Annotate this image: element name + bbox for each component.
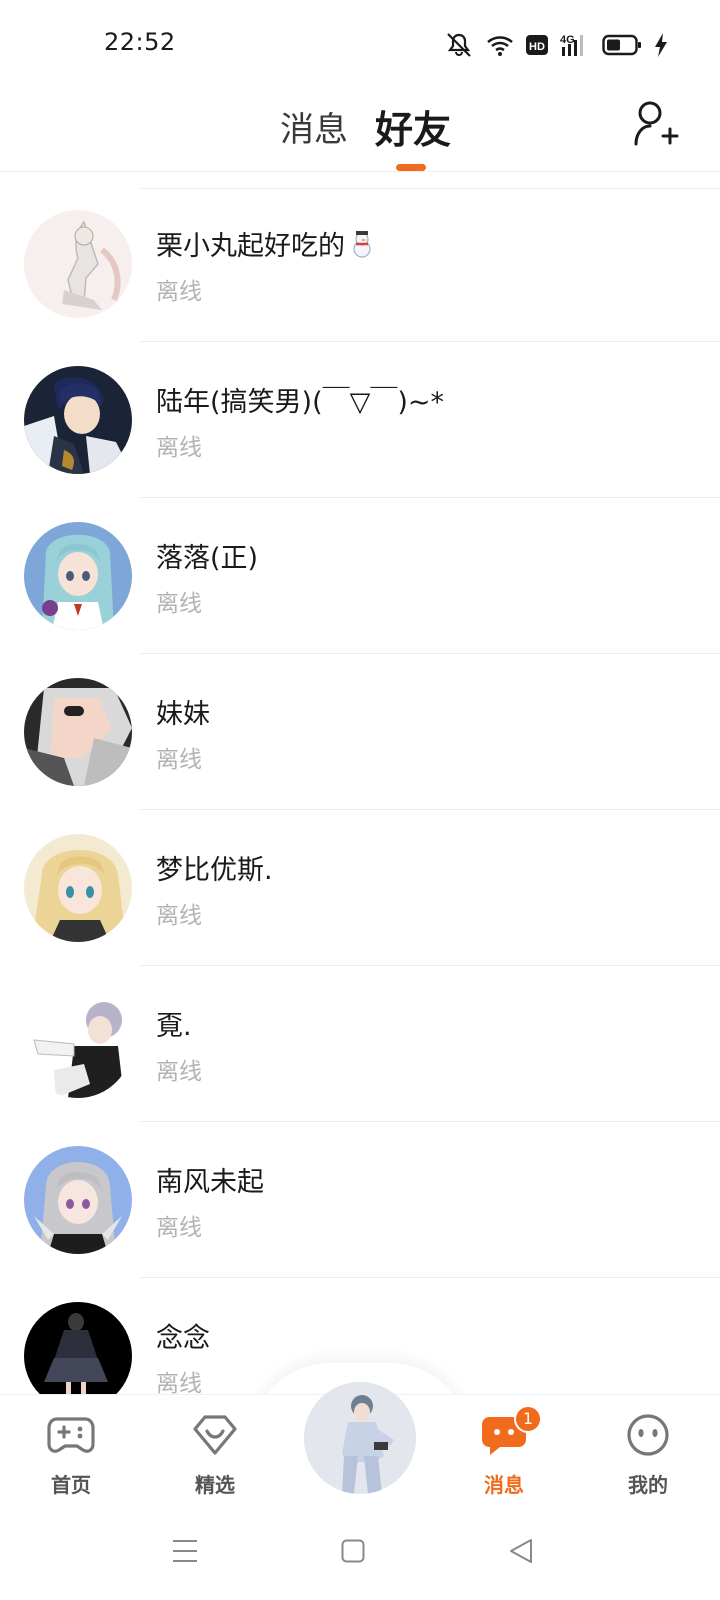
friend-status: 离线	[156, 747, 202, 773]
nav-item-home[interactable]: 首页	[26, 1413, 116, 1503]
face-icon	[627, 1414, 669, 1456]
heart-badge-icon	[193, 1415, 237, 1455]
4g-signal-icon: 4G	[560, 32, 590, 58]
friend-name: 落落(正)	[156, 543, 259, 574]
gamepad-icon	[47, 1417, 95, 1453]
battery-icon	[602, 34, 642, 56]
mute-icon	[444, 32, 474, 58]
add-person-icon	[634, 101, 679, 146]
friend-row[interactable]: 南风未起 离线	[0, 1122, 720, 1278]
friend-name: 南风未起	[156, 1167, 264, 1198]
friend-row[interactable]: 梦比优斯. 离线	[0, 810, 720, 966]
friend-status: 离线	[156, 279, 202, 305]
system-nav-bar	[0, 1512, 720, 1600]
status-time: 22:52	[104, 28, 176, 56]
friend-list[interactable]: 栗小丸起好吃的 离线 陆年(搞笑男)(￣▽￣)~* 离线 落落(正) 离线 妹妹…	[0, 172, 720, 1394]
nav-item-featured[interactable]: 精选	[170, 1413, 260, 1503]
charging-icon	[654, 33, 668, 57]
avatar	[24, 1146, 132, 1254]
add-friend-button[interactable]	[632, 100, 680, 148]
system-home-button[interactable]	[341, 1538, 365, 1568]
friend-name: 梦比优斯.	[156, 855, 273, 886]
friend-row[interactable]: 栗小丸起好吃的 离线	[0, 186, 720, 342]
svg-text:HD: HD	[529, 41, 545, 53]
snowman-icon	[347, 229, 377, 266]
system-back-button[interactable]	[508, 1538, 534, 1568]
system-menu-button[interactable]	[172, 1538, 198, 1568]
home-square-icon	[341, 1539, 365, 1563]
friend-status: 离线	[156, 591, 202, 617]
friend-status: 离线	[156, 1215, 202, 1241]
friend-status: 离线	[156, 435, 202, 461]
active-tab-indicator	[396, 164, 426, 171]
nav-label: 我的	[628, 1473, 668, 1497]
friend-row[interactable]: 落落(正) 离线	[0, 498, 720, 654]
nav-label: 首页	[51, 1473, 91, 1497]
friend-name: 念念	[156, 1323, 210, 1354]
back-triangle-icon	[510, 1539, 532, 1563]
wifi-icon	[486, 33, 514, 57]
status-icons: HD 4G	[444, 30, 668, 60]
friend-row[interactable]: 妹妹 离线	[0, 654, 720, 810]
tab-friends[interactable]: 好友	[375, 99, 451, 154]
friend-name: 覔.	[156, 1011, 192, 1042]
friend-row[interactable]: 陆年(搞笑男)(￣▽￣)~* 离线	[0, 342, 720, 498]
top-tab-bar: 消息 好友	[0, 90, 720, 172]
menu-icon	[173, 1540, 197, 1562]
unread-badge: 1	[514, 1405, 542, 1433]
friend-status: 离线	[156, 1371, 202, 1394]
nav-item-mine[interactable]: 我的	[603, 1413, 693, 1503]
nav-item-messages[interactable]: 1 消息	[459, 1405, 549, 1503]
avatar	[24, 990, 132, 1098]
nav-label: 精选	[195, 1473, 235, 1497]
friend-name: 妹妹	[156, 699, 210, 730]
avatar-character	[304, 1382, 416, 1494]
friend-status: 离线	[156, 903, 202, 929]
avatar	[24, 522, 132, 630]
avatar	[24, 366, 132, 474]
friend-name: 陆年(搞笑男)(￣▽￣)~*	[156, 387, 445, 418]
friend-name: 栗小丸起好吃的	[156, 224, 377, 266]
hd-icon: HD	[526, 34, 548, 56]
svg-text:4G: 4G	[560, 34, 575, 46]
tab-messages[interactable]: 消息	[280, 102, 348, 151]
nav-label: 消息	[484, 1473, 524, 1497]
status-bar: 22:52 HD 4G	[0, 0, 720, 90]
avatar	[24, 210, 132, 318]
avatar	[24, 1302, 132, 1394]
friend-status: 离线	[156, 1059, 202, 1085]
nav-center-avatar[interactable]	[304, 1382, 416, 1494]
avatar	[24, 834, 132, 942]
avatar	[24, 678, 132, 786]
friend-row[interactable]: 覔. 离线	[0, 966, 720, 1122]
